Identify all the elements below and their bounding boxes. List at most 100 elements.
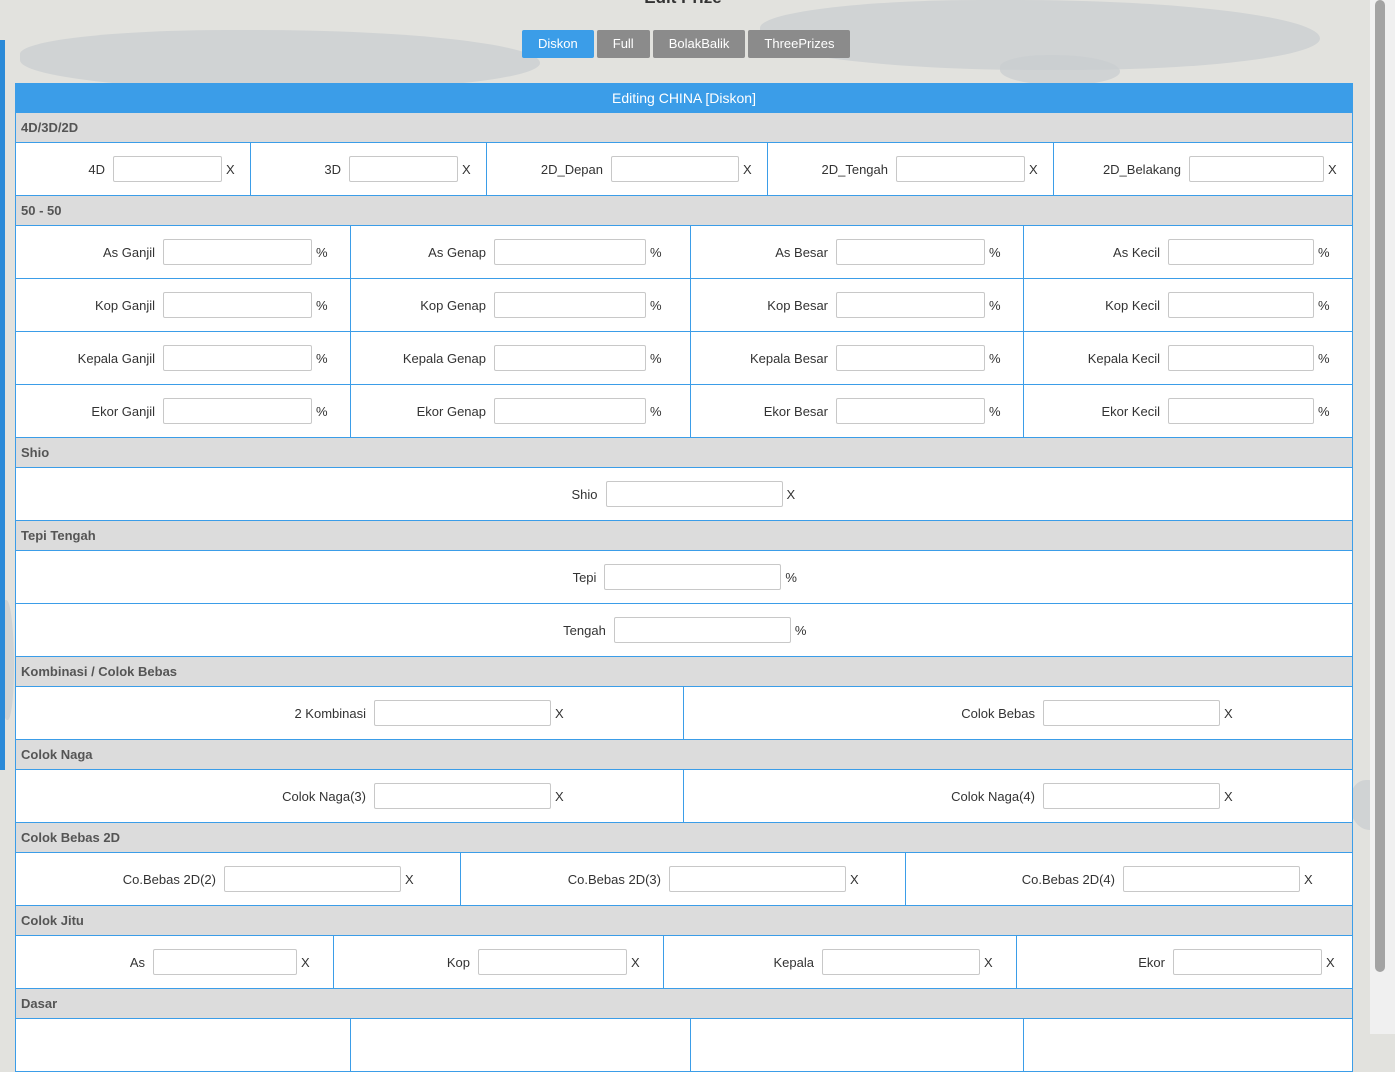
- input-tengah[interactable]: [613, 617, 791, 643]
- field-input[interactable]: [1168, 345, 1314, 371]
- input-2d-belakang[interactable]: [1189, 156, 1324, 182]
- input-2d-tengah[interactable]: [896, 156, 1025, 182]
- label-jitu-as: As: [129, 954, 145, 970]
- field-input[interactable]: [163, 239, 312, 265]
- field-50-50: Kop Genap%: [351, 279, 691, 331]
- unit-cobebas-2d-2: X: [405, 871, 414, 887]
- field-2d-depan: 2D_Depan X: [487, 143, 768, 195]
- tab-threeprizes[interactable]: ThreePrizes: [748, 30, 851, 58]
- label-cobebas-2d-2: Co.Bebas 2D(2): [122, 871, 216, 887]
- left-edge-strip: [0, 40, 5, 770]
- field-colok-bebas: Colok Bebas X: [684, 687, 1352, 739]
- input-colok-naga-4[interactable]: [1043, 783, 1220, 809]
- field-50-50: Kepala Besar%: [691, 332, 1024, 384]
- unit-colok-naga-3: X: [555, 788, 564, 804]
- field-50-50: Kepala Kecil%: [1024, 332, 1352, 384]
- field-input[interactable]: [494, 292, 646, 318]
- unit-tengah: %: [794, 622, 807, 638]
- input-colok-naga-3[interactable]: [374, 783, 551, 809]
- tab-bar: Diskon Full BolakBalik ThreePrizes: [522, 30, 851, 58]
- input-cobebas-2d-2[interactable]: [224, 866, 401, 892]
- input-3d[interactable]: [349, 156, 458, 182]
- field-cobebas-2d-4: Co.Bebas 2D(4) X: [906, 853, 1352, 905]
- field-2d-belakang: 2D_Belakang X: [1054, 143, 1352, 195]
- unit-cobebas-2d-3: X: [850, 871, 859, 887]
- input-2d-depan[interactable]: [611, 156, 739, 182]
- tab-diskon[interactable]: Diskon: [522, 30, 594, 58]
- input-4d[interactable]: [113, 156, 222, 182]
- section-title-shio: Shio: [16, 438, 1352, 468]
- section-title-tepi-tengah: Tepi Tengah: [16, 521, 1352, 551]
- field-50-50: Kop Kecil%: [1024, 279, 1352, 331]
- tab-full[interactable]: Full: [596, 30, 650, 58]
- input-tepi[interactable]: [604, 564, 782, 590]
- field-input[interactable]: [163, 345, 312, 371]
- unit-jitu-kop: X: [631, 954, 640, 970]
- input-cobebas-2d-3[interactable]: [669, 866, 846, 892]
- unit-jitu-as: X: [301, 954, 310, 970]
- field-50-50: As Kecil%: [1024, 226, 1352, 278]
- label-2d-belakang: 2D_Belakang: [1102, 161, 1181, 177]
- field-input[interactable]: [163, 398, 312, 424]
- field-input[interactable]: [1168, 292, 1314, 318]
- tab-bolakbalik[interactable]: BolakBalik: [652, 30, 746, 58]
- section-title-kombinasi: Kombinasi / Colok Bebas: [16, 657, 1352, 687]
- field-50-50: Kepala Genap%: [351, 332, 691, 384]
- row-tengah: Tengah %: [16, 604, 1352, 657]
- field-input[interactable]: [494, 398, 646, 424]
- field-label: Ekor Kecil: [1101, 403, 1160, 419]
- unit-cobebas-2d-4: X: [1304, 871, 1313, 887]
- field-input[interactable]: [494, 239, 646, 265]
- unit-colok-bebas: X: [1224, 705, 1233, 721]
- row-shio: Shio X: [16, 468, 1352, 521]
- field-input[interactable]: [836, 345, 985, 371]
- input-jitu-kop[interactable]: [478, 949, 627, 975]
- row-colok-bebas-2d: Co.Bebas 2D(2) X Co.Bebas 2D(3) X Co.Beb…: [16, 853, 1352, 906]
- input-cobebas-2d-4[interactable]: [1123, 866, 1300, 892]
- row-kombinasi: 2 Kombinasi X Colok Bebas X: [16, 687, 1352, 740]
- label-jitu-ekor: Ekor: [1138, 954, 1165, 970]
- label-2-kombinasi: 2 Kombinasi: [294, 705, 366, 721]
- label-jitu-kepala: Kepala: [773, 954, 814, 970]
- field-jitu-kepala: Kepala X: [664, 936, 1017, 988]
- field-50-50: As Ganjil%: [16, 226, 351, 278]
- field-label: Ekor Ganjil: [91, 403, 155, 419]
- input-2-kombinasi[interactable]: [374, 700, 551, 726]
- field-unit: %: [650, 350, 662, 366]
- field-2-kombinasi: 2 Kombinasi X: [16, 687, 684, 739]
- field-input[interactable]: [836, 398, 985, 424]
- field-unit: %: [316, 350, 328, 366]
- field-input[interactable]: [494, 345, 646, 371]
- field-label: Ekor Genap: [416, 403, 486, 419]
- unit-colok-naga-4: X: [1224, 788, 1233, 804]
- field-unit: %: [650, 403, 662, 419]
- field-4d: 4D X: [16, 143, 251, 195]
- input-jitu-ekor[interactable]: [1173, 949, 1322, 975]
- input-shio[interactable]: [605, 481, 783, 507]
- label-4d: 4D: [88, 161, 105, 177]
- section-title-colok-jitu: Colok Jitu: [16, 906, 1352, 936]
- label-2d-tengah: 2D_Tengah: [821, 161, 889, 177]
- input-jitu-as[interactable]: [153, 949, 297, 975]
- field-50-50: Ekor Kecil%: [1024, 385, 1352, 437]
- field-input[interactable]: [836, 292, 985, 318]
- field-label: Kop Ganjil: [95, 297, 155, 313]
- input-colok-bebas[interactable]: [1043, 700, 1220, 726]
- unit-2-kombinasi: X: [555, 705, 564, 721]
- field-50-50: Kop Ganjil%: [16, 279, 351, 331]
- field-input[interactable]: [1168, 398, 1314, 424]
- field-input[interactable]: [836, 239, 985, 265]
- input-jitu-kepala[interactable]: [822, 949, 980, 975]
- field-50-50: Kop Besar%: [691, 279, 1024, 331]
- scrollbar-thumb[interactable]: [1375, 0, 1385, 972]
- row-50-50: Ekor Ganjil% Ekor Genap% Ekor Besar% Ekor K…: [16, 385, 1352, 438]
- field-unit: %: [1318, 350, 1330, 366]
- unit-2d-depan: X: [743, 161, 752, 177]
- field-input[interactable]: [1168, 239, 1314, 265]
- edit-prize-panel: Editing CHINA [Diskon] 4D/3D/2D 4D X 3D …: [15, 83, 1353, 1072]
- section-title-colok-naga: Colok Naga: [16, 740, 1352, 770]
- field-label: Ekor Besar: [763, 403, 828, 419]
- field-input[interactable]: [163, 292, 312, 318]
- row-4d3d2d: 4D X 3D X 2D_Depan X 2D_Tengah X 2D_Bela…: [16, 143, 1352, 196]
- label-2d-depan: 2D_Depan: [540, 161, 603, 177]
